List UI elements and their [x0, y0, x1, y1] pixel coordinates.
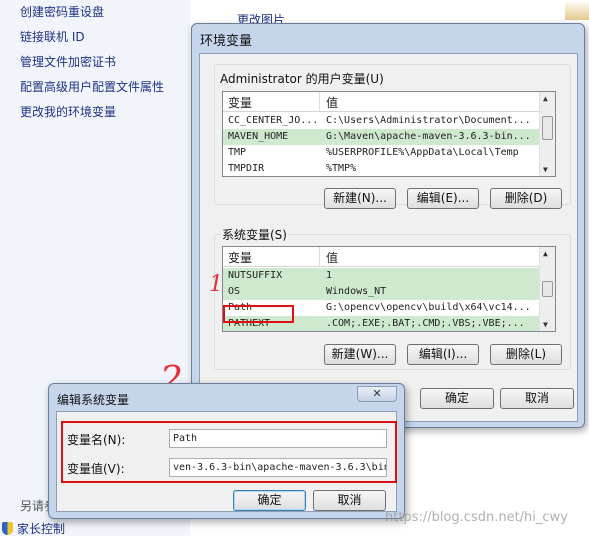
var-value: G:\Maven\apache-maven-3.6.3-bin... [326, 131, 531, 142]
scroll-down-icon[interactable]: ▼ [543, 165, 548, 174]
table-row[interactable]: OS Windows_NT [223, 284, 539, 300]
var-name: TMP [228, 147, 247, 158]
system-vars-header: 变量 值 [223, 247, 539, 267]
col-variable[interactable]: 变量 [228, 249, 252, 266]
system-vars-scrollbar[interactable]: ▲ ▼ [539, 247, 555, 331]
link-online-id[interactable]: 链接联机 ID [20, 28, 85, 45]
var-value: %TMP% [326, 163, 357, 174]
user-picture [565, 0, 589, 20]
var-value: C:\Users\Administrator\Document... [326, 115, 531, 126]
edit-ok-button[interactable]: 确定 [233, 490, 306, 511]
edit-dialog-body: 变量名(N): Path 变量值(V): ven-3.6.3-bin\apach… [56, 411, 397, 512]
system-new-button[interactable]: 新建(W)... [324, 344, 396, 365]
link-parental-controls[interactable]: 家长控制 [2, 520, 65, 536]
watermark: https://blog.csdn.net/hi_cwy [385, 510, 568, 525]
user-edit-button[interactable]: 编辑(E)... [407, 188, 479, 209]
env-cancel-button[interactable]: 取消 [500, 388, 574, 409]
col-variable[interactable]: 变量 [228, 94, 252, 111]
user-delete-button[interactable]: 删除(D) [490, 188, 562, 209]
scroll-thumb[interactable] [542, 116, 553, 140]
var-name: TMPDIR [228, 163, 265, 174]
system-delete-button[interactable]: 删除(L) [490, 344, 562, 365]
col-value[interactable]: 值 [326, 249, 338, 266]
link-change-env-vars[interactable]: 更改我的环境变量 [20, 103, 116, 120]
edit-cancel-button[interactable]: 取消 [313, 490, 386, 511]
var-value: .COM;.EXE;.BAT;.CMD;.VBS;.VBE;... [326, 318, 525, 329]
var-name: OS [228, 286, 241, 297]
var-value: 1 [326, 270, 333, 281]
scroll-down-icon[interactable]: ▼ [543, 320, 548, 329]
table-row[interactable]: CC_CENTER_JO... C:\Users\Administrator\Do… [223, 113, 539, 129]
link-create-password-reset-disk[interactable]: 创建密码重设盘 [20, 3, 104, 20]
user-vars-list[interactable]: 变量 值 CC_CENTER_JO... C:\Users\Administrat… [222, 91, 556, 177]
var-value: Windows_NT [326, 286, 387, 297]
system-edit-button[interactable]: 编辑(I)... [407, 344, 479, 365]
table-row[interactable]: NUTSUFFIX 1 [223, 268, 539, 284]
var-name: MAVEN_HOME [228, 131, 289, 142]
scroll-thumb[interactable] [542, 281, 553, 297]
var-name: CC_CENTER_JO... [228, 115, 319, 126]
env-dialog-title: 环境变量 [200, 34, 253, 49]
user-vars-scrollbar[interactable]: ▲ ▼ [539, 92, 555, 176]
system-vars-label: 系统变量(S) [220, 226, 289, 243]
var-value: G:\opencv\opencv\build\x64\vc14... [326, 302, 531, 313]
user-new-button[interactable]: 新建(N)... [324, 188, 396, 209]
edit-system-var-dialog: 编辑系统变量 ✕ 变量名(N): Path 变量值(V): ven-3.6.3-… [48, 383, 405, 519]
table-row[interactable]: TMPDIR %TMP% [223, 161, 539, 176]
table-row[interactable]: TMP %USERPROFILE%\AppData\Local\Temp [223, 145, 539, 161]
user-vars-header: 变量 值 [223, 92, 539, 112]
table-row[interactable]: MAVEN_HOME G:\Maven\apache-maven-3.6.3-bi… [223, 129, 539, 145]
edit-dialog-title: 编辑系统变量 [57, 393, 130, 407]
shield-icon [2, 522, 13, 535]
link-advanced-profile[interactable]: 配置高级用户配置文件属性 [20, 78, 164, 95]
edit-highlight-box [61, 421, 397, 483]
parental-controls-label: 家长控制 [17, 522, 66, 536]
col-value[interactable]: 值 [326, 94, 338, 111]
env-ok-button[interactable]: 确定 [420, 388, 494, 409]
var-name: NUTSUFFIX [228, 270, 283, 281]
env-vars-dialog: 环境变量 Administrator 的用户变量(U) 变量 值 CC_CENT… [191, 23, 585, 428]
close-icon[interactable]: ✕ [357, 386, 397, 402]
scroll-up-icon[interactable]: ▲ [543, 94, 548, 103]
link-file-encryption-certs[interactable]: 管理文件加密证书 [20, 53, 116, 70]
path-highlight-box [223, 305, 294, 323]
env-dialog-body: Administrator 的用户变量(U) 变量 值 CC_CENTER_JO… [199, 53, 578, 422]
var-value: %USERPROFILE%\AppData\Local\Temp [326, 147, 519, 158]
user-vars-label: Administrator 的用户变量(U) [220, 72, 384, 86]
scroll-up-icon[interactable]: ▲ [543, 249, 548, 258]
annotation-step-1: 1 [209, 272, 223, 297]
